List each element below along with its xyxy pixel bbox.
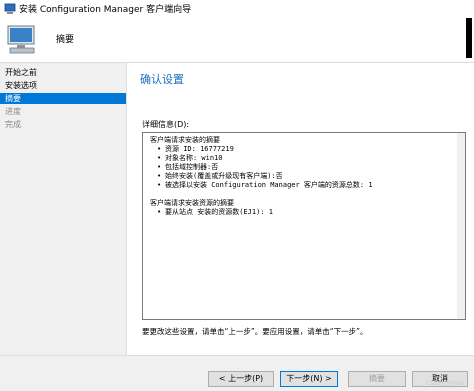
details-item: 被选择以安装 Configuration Manager 客户端的资源总数: 1 xyxy=(157,181,373,190)
details-item: 资源 ID: 16777219 xyxy=(157,145,234,154)
app-icon xyxy=(4,3,16,14)
sidebar-item-before-you-begin[interactable]: 开始之前 xyxy=(0,67,126,78)
details-group-title: 客户端请求安装的摘要 xyxy=(150,136,220,144)
sidebar-item-progress: 进度 xyxy=(5,107,21,116)
summary-button: 摘要 xyxy=(348,371,406,387)
sidebar-item-summary[interactable]: 摘要 xyxy=(0,93,126,104)
sidebar-item-install-options[interactable]: 安装选项 xyxy=(0,80,126,91)
header-edge xyxy=(466,18,472,58)
button-bar: < 上一步(P) 下一步(N) > 摘要 取消 CSDN @Vide... xyxy=(0,355,474,391)
details-item: 对象名称: win10 xyxy=(157,154,223,163)
details-label: 详细信息(D): xyxy=(142,120,190,129)
computer-icon xyxy=(7,25,35,54)
main-content: 确认设置 详细信息(D): 客户端请求安装的摘要 资源 ID: 16777219… xyxy=(126,63,474,355)
previous-button[interactable]: < 上一步(P) xyxy=(208,371,274,387)
details-scrollbar[interactable] xyxy=(457,133,465,319)
section-title: 确认设置 xyxy=(140,73,184,86)
details-item: 要从站点 安装的资源数(EJ1): 1 xyxy=(157,208,273,217)
wizard-sidebar: 开始之前 安装选项 摘要 进度 完成 xyxy=(0,63,126,355)
title-bar: 安装 Configuration Manager 客户端向导 xyxy=(0,0,474,18)
next-button[interactable]: 下一步(N) > xyxy=(280,371,338,387)
instruction-text: 要更改这些设置，请单击“上一步”。要应用设置，请单击“下一步”。 xyxy=(142,327,368,336)
wizard-header: 摘要 xyxy=(0,18,474,63)
header-title: 摘要 xyxy=(56,35,75,45)
details-item: 始终安装(覆盖或升级现有客户端):否 xyxy=(157,172,283,181)
details-textbox[interactable]: 客户端请求安装的摘要 资源 ID: 16777219 对象名称: win10 包… xyxy=(142,132,466,320)
watermark: CSDN @Vide... xyxy=(426,380,470,387)
window-title: 安装 Configuration Manager 客户端向导 xyxy=(19,5,192,15)
details-group-title: 客户端请求安装资源的摘要 xyxy=(150,199,234,207)
sidebar-item-completion: 完成 xyxy=(5,120,21,129)
details-item: 包括域控制器:否 xyxy=(157,163,218,172)
